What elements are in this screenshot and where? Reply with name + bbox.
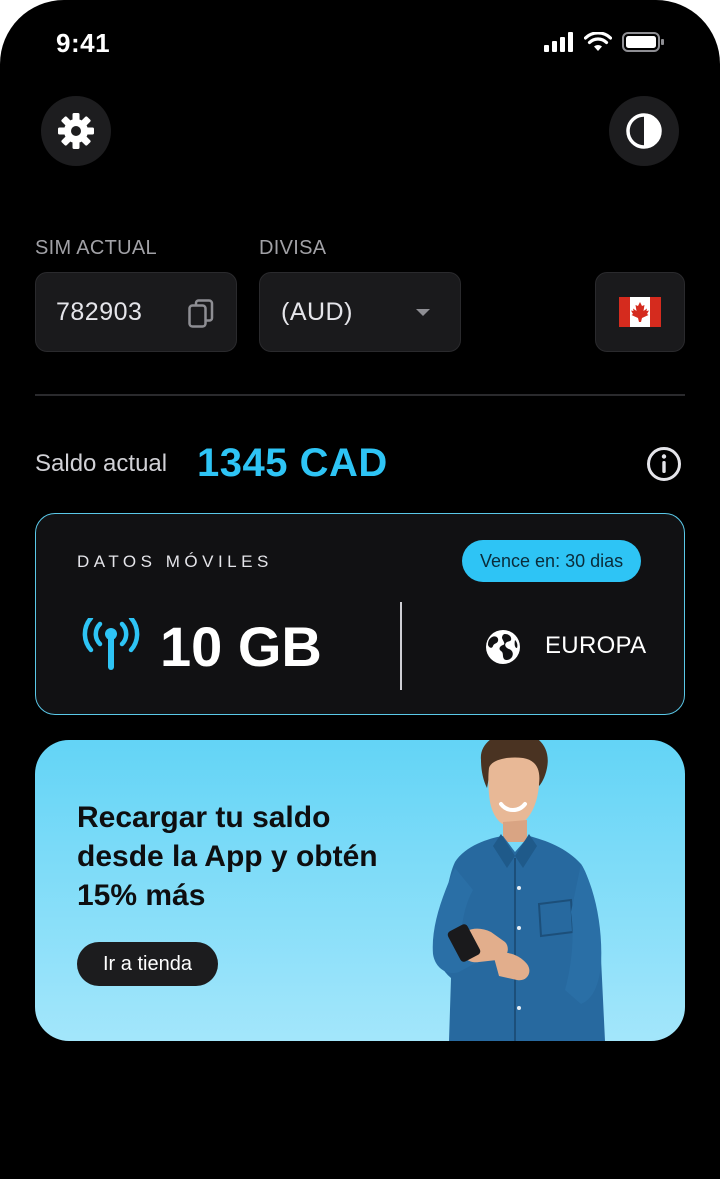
sim-label: SIM ACTUAL xyxy=(35,237,157,259)
contrast-icon xyxy=(626,113,662,149)
promo-person-image xyxy=(432,740,605,1041)
cellular-signal-icon xyxy=(544,32,573,52)
battery-icon xyxy=(622,32,664,52)
promo-headline: Recargar tu saldo desde la App y obtén 1… xyxy=(77,801,378,912)
mobile-data-card: DATOS MÓVILES Vence en: 30 dias 10 GB EU… xyxy=(35,513,685,715)
phone-screen: 9:41 SIM ACTUAL DIVISA 782903 (AUD) Sald… xyxy=(0,0,720,1179)
signal-antenna-icon xyxy=(82,618,140,670)
canada-flag-icon xyxy=(619,297,661,327)
currency-label: DIVISA xyxy=(259,237,327,259)
sim-field: 782903 xyxy=(35,272,237,352)
globe-icon xyxy=(486,630,520,664)
currency-value: (AUD) xyxy=(281,297,353,326)
currency-select[interactable]: (AUD) xyxy=(259,272,461,352)
store-button[interactable]: Ir a tienda xyxy=(77,942,218,986)
data-amount: 10 GB xyxy=(160,615,322,678)
promo-banner: Recargar tu saldo desde la App y obtén 1… xyxy=(35,740,685,1041)
status-time: 9:41 xyxy=(56,28,111,58)
balance-label: Saldo actual xyxy=(35,450,168,477)
balance-value: 1345 CAD xyxy=(197,441,388,485)
card-divider xyxy=(400,602,402,690)
dropdown-arrow-icon xyxy=(416,309,430,316)
section-divider xyxy=(35,394,685,396)
country-flag-button[interactable] xyxy=(595,272,685,352)
sim-number: 782903 xyxy=(56,297,143,326)
settings-button[interactable] xyxy=(41,96,111,166)
copy-icon[interactable] xyxy=(188,299,214,329)
info-icon[interactable] xyxy=(646,446,682,482)
theme-toggle-button[interactable] xyxy=(609,96,679,166)
region-label: EUROPA xyxy=(545,632,647,659)
gear-icon xyxy=(58,113,94,149)
mobile-data-title: DATOS MÓVILES xyxy=(77,552,273,571)
wifi-icon xyxy=(584,32,612,51)
expiry-badge: Vence en: 30 dias xyxy=(462,540,642,582)
status-icons xyxy=(544,32,664,52)
